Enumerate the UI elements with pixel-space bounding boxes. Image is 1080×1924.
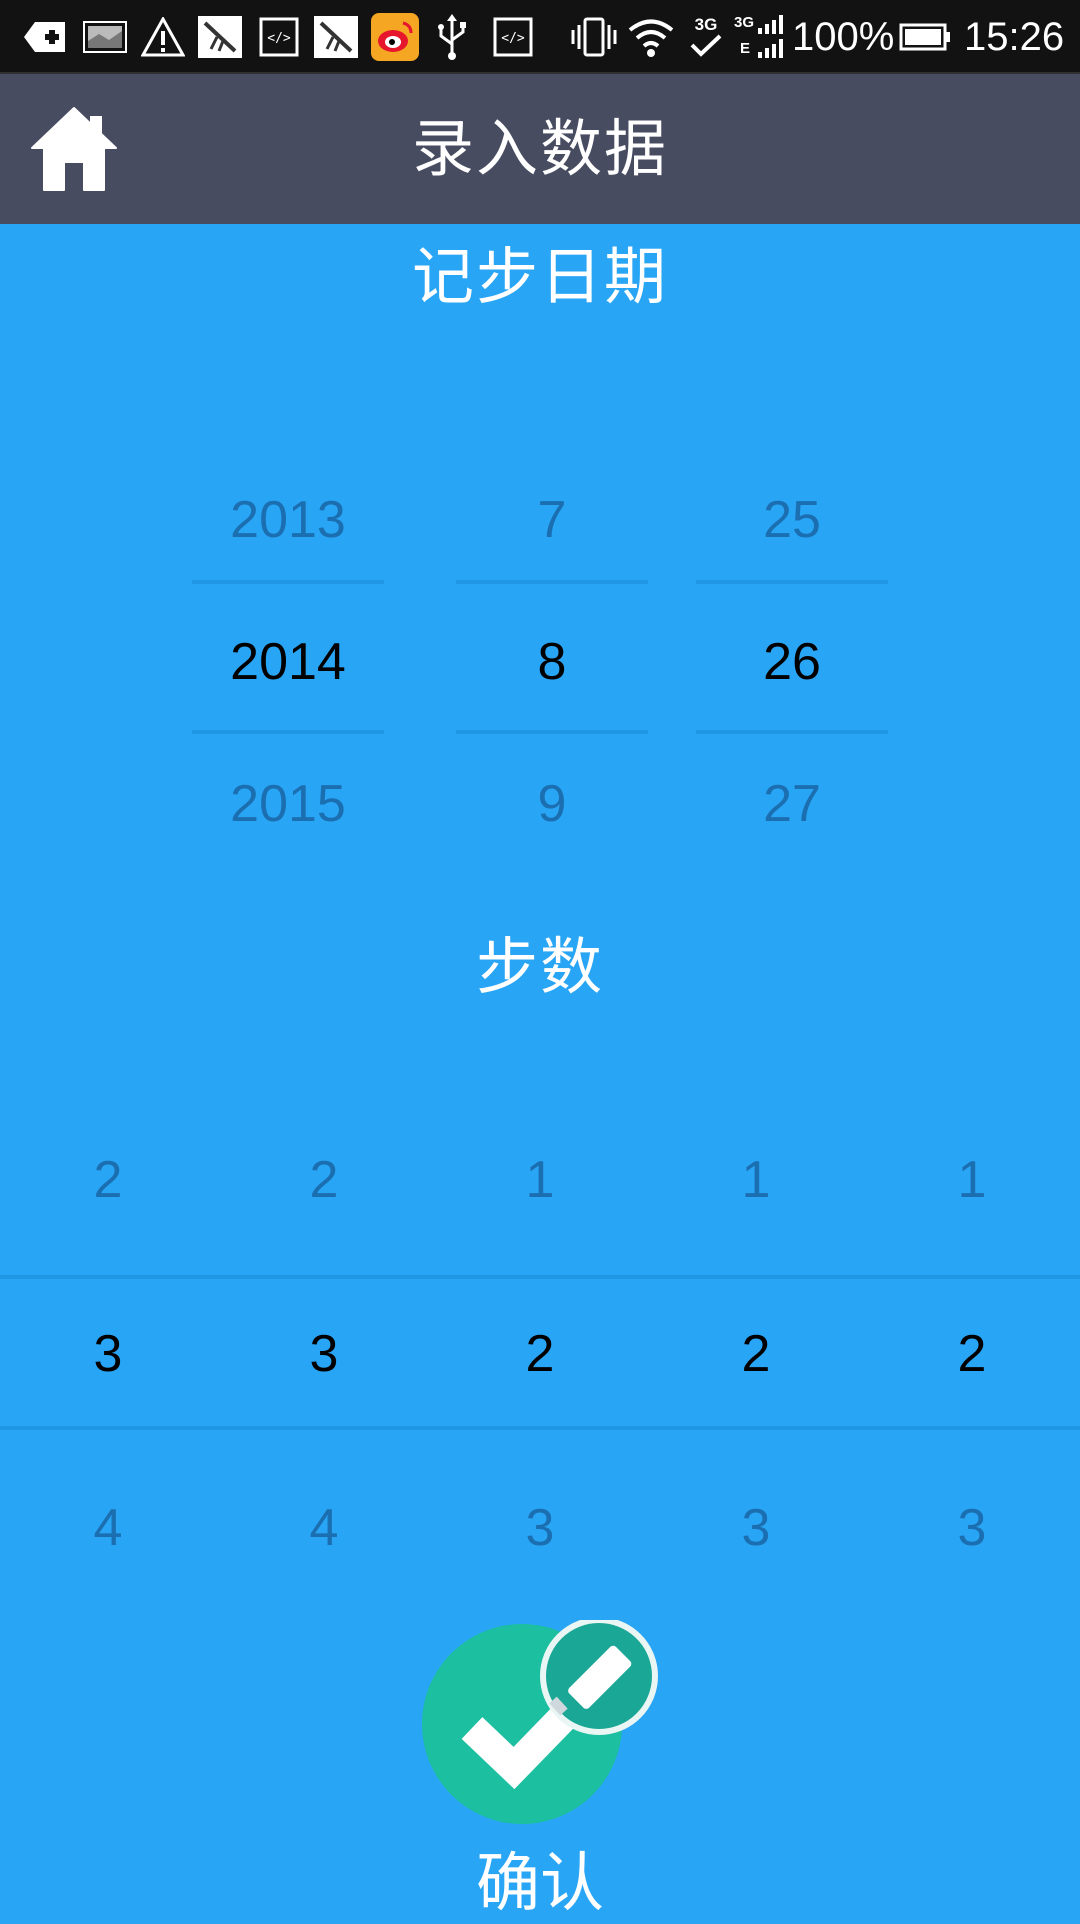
steps-digit-4-picker[interactable]: 1 2 3	[648, 1100, 864, 1560]
usb-icon	[432, 14, 472, 60]
year-divider-bottom	[192, 730, 384, 734]
steps-digit-3-selected[interactable]: 2	[432, 1274, 648, 1434]
check-edit-icon	[422, 1617, 658, 1824]
month-prev[interactable]: 7	[456, 460, 648, 580]
steps-digit-2-selected[interactable]: 3	[216, 1274, 432, 1434]
confirm-label[interactable]: 确认	[0, 1832, 1080, 1924]
steps-digit-3-picker[interactable]: 1 2 3	[432, 1100, 648, 1560]
date-section-label: 记步日期	[411, 240, 668, 313]
page-title: 录入数据	[411, 112, 668, 185]
clock: 15:26	[964, 15, 1065, 59]
warning-icon	[140, 14, 186, 60]
steps-digit-2-picker[interactable]: 2 3 4	[216, 1100, 432, 1560]
steps-digit-1-selected[interactable]: 3	[0, 1274, 216, 1434]
svg-text:</>: </>	[501, 31, 525, 46]
year-divider-top	[192, 580, 384, 584]
day-next[interactable]: 27	[696, 744, 888, 864]
battery-icon	[898, 14, 952, 60]
day-divider-bottom	[696, 730, 888, 734]
title-bar: 录入数据	[0, 74, 1080, 224]
app-icon	[196, 14, 244, 60]
steps-digit-3-next[interactable]: 3	[432, 1448, 648, 1608]
year-picker[interactable]: 2013 2014 2015	[192, 460, 384, 840]
home-button[interactable]	[28, 104, 120, 194]
app-icon	[312, 14, 360, 60]
confirm-button[interactable]	[422, 1617, 662, 1828]
steps-digit-1-next[interactable]: 4	[0, 1448, 216, 1608]
signal-icon: 3G E	[734, 14, 788, 60]
steps-digit-4-selected[interactable]: 2	[648, 1274, 864, 1434]
month-divider-top	[456, 580, 648, 584]
steps-digit-5-next[interactable]: 3	[864, 1448, 1080, 1608]
steps-section-label: 步数	[475, 930, 604, 1003]
month-divider-bottom	[456, 730, 648, 734]
steps-digit-5-picker[interactable]: 1 2 3	[864, 1100, 1080, 1560]
month-next[interactable]: 9	[456, 744, 648, 864]
code-icon: </>	[256, 14, 302, 60]
code-icon: </>	[490, 14, 536, 60]
month-selected[interactable]: 8	[456, 602, 648, 722]
steps-digit-4-next[interactable]: 3	[648, 1448, 864, 1608]
image-icon	[82, 14, 128, 60]
battery-percent: 100%	[792, 15, 895, 59]
status-bar: </> </> 3G 3G E 100% 15:26	[0, 0, 1080, 74]
month-picker[interactable]: 7 8 9	[456, 460, 648, 840]
day-prev[interactable]: 25	[696, 460, 888, 580]
day-picker[interactable]: 25 26 27	[696, 460, 888, 840]
steps-digit-4-prev[interactable]: 1	[648, 1100, 864, 1260]
year-next[interactable]: 2015	[192, 744, 384, 864]
day-selected[interactable]: 26	[696, 602, 888, 722]
home-icon	[31, 107, 117, 191]
wifi-icon	[626, 14, 676, 60]
vibrate-icon	[570, 14, 618, 60]
add-notification-icon	[22, 14, 68, 60]
steps-digit-2-next[interactable]: 4	[216, 1448, 432, 1608]
svg-text:</>: </>	[267, 31, 291, 46]
steps-digit-1-picker[interactable]: 2 3 4	[0, 1100, 216, 1560]
steps-digit-5-selected[interactable]: 2	[864, 1274, 1080, 1434]
steps-digit-5-prev[interactable]: 1	[864, 1100, 1080, 1260]
network-3g-icon: 3G	[686, 14, 726, 60]
day-divider-top	[696, 580, 888, 584]
year-prev[interactable]: 2013	[192, 460, 384, 580]
steps-digit-1-prev[interactable]: 2	[0, 1100, 216, 1260]
steps-digit-2-prev[interactable]: 2	[216, 1100, 432, 1260]
steps-digit-3-prev[interactable]: 1	[432, 1100, 648, 1260]
weibo-icon	[370, 13, 420, 61]
year-selected[interactable]: 2014	[192, 602, 384, 722]
